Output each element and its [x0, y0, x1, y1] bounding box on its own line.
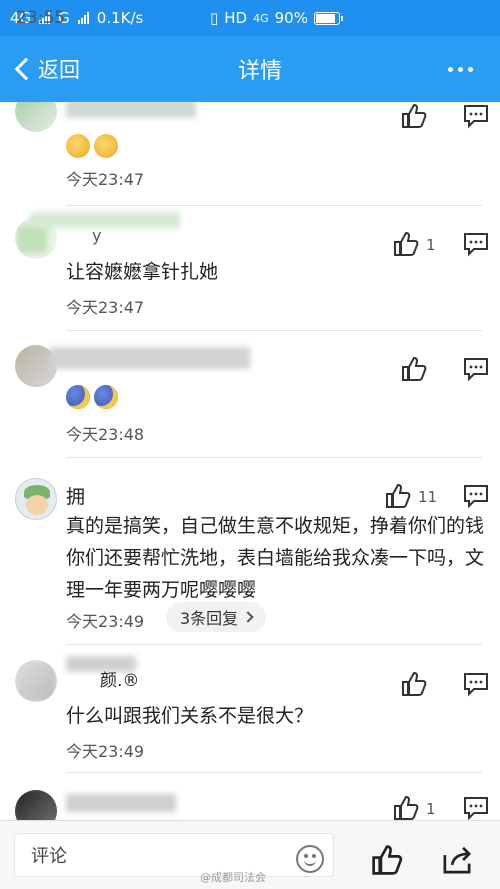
- blurred-name: [66, 794, 176, 812]
- divider: [66, 644, 482, 645]
- view-replies-button[interactable]: 3条回复: [166, 602, 267, 632]
- thumbs-up-icon[interactable]: [370, 843, 404, 877]
- clock: 23:55: [16, 8, 65, 28]
- more-icon: [447, 66, 453, 72]
- battery-percent: 90%: [274, 9, 308, 27]
- reply-icon[interactable]: [462, 670, 490, 698]
- avatar[interactable]: [15, 102, 57, 132]
- clap-emoji: [66, 134, 90, 158]
- battery-icon: [313, 11, 343, 25]
- comment-author: 颜.®: [100, 671, 140, 691]
- nav-bar: 返回 详情: [0, 36, 500, 102]
- watermark: @成都司法会: [200, 871, 266, 884]
- blurred-name: [50, 347, 250, 369]
- signal-icon: [77, 12, 89, 24]
- page-title: 详情: [237, 59, 282, 84]
- more-button[interactable]: [420, 66, 500, 72]
- status-bar: 4G G 0.1K/s 23:55 ▯ HD 4G 90%: [0, 0, 500, 36]
- reply-icon[interactable]: [462, 482, 490, 510]
- share-icon[interactable]: [440, 843, 474, 877]
- thumbs-up-icon[interactable]: [400, 102, 428, 130]
- chevron-right-icon: [242, 611, 254, 623]
- status-right: ▯ HD 4G 90%: [210, 9, 343, 27]
- comment-input[interactable]: 评论: [14, 833, 334, 877]
- back-chevron-icon: [14, 57, 38, 81]
- reply-icon[interactable]: [462, 355, 490, 383]
- moon-emoji: [94, 385, 118, 409]
- comment-time: 今天23:48: [66, 425, 145, 444]
- divider: [66, 772, 482, 773]
- avatar[interactable]: [15, 660, 57, 702]
- comment-text: [66, 385, 122, 409]
- reply-count: 3条回复: [180, 609, 239, 628]
- comment-item: y 让容嬷嬷拿针扎她 今天23:47 1: [0, 212, 500, 332]
- comment-author: y: [92, 226, 102, 245]
- comment-text: [66, 134, 122, 158]
- comment-text: 什么叫跟我们关系不是很大？: [66, 705, 314, 727]
- thumbs-up-icon[interactable]: [400, 355, 428, 383]
- network-type-3: 4G: [253, 11, 269, 25]
- more-icon-dot: [457, 66, 463, 72]
- reply-icon[interactable]: [462, 794, 490, 820]
- reply-icon[interactable]: [462, 102, 490, 130]
- divider: [66, 457, 482, 458]
- comment-time: 今天23:47: [66, 298, 145, 317]
- avatar[interactable]: [15, 790, 57, 820]
- bottom-bar: 评论 @成都司法会: [0, 820, 500, 889]
- thumbs-up-icon[interactable]: [384, 482, 412, 510]
- reply-icon[interactable]: [462, 230, 490, 258]
- comment-text: 让容嬷嬷拿针扎她: [66, 261, 219, 283]
- comment-text: 真的是搞笑，自己做生意不收规矩，挣着你们的钱你们还要帮忙洗地，表白墙能给我众凑一…: [66, 515, 485, 601]
- like-count: 1: [426, 800, 436, 818]
- divider: [66, 330, 482, 331]
- thumbs-up-icon[interactable]: [392, 230, 420, 258]
- clap-emoji: [94, 134, 118, 158]
- divider: [66, 205, 482, 206]
- blurred-name: [66, 102, 196, 118]
- comment-time: 今天23:49: [66, 742, 145, 761]
- back-label: 返回: [38, 58, 80, 82]
- comment-placeholder: 评论: [31, 846, 67, 867]
- moon-emoji: [66, 385, 90, 409]
- thumbs-up-icon[interactable]: [392, 794, 420, 820]
- comment-time: 今天23:47: [66, 170, 145, 189]
- vibrate-icon: ▯: [210, 9, 219, 27]
- comment-item: 颜.® 什么叫跟我们关系不是很大？ 今天23:49: [0, 650, 500, 772]
- comment-item: 1: [0, 778, 500, 820]
- blurred-name: [30, 212, 180, 228]
- avatar[interactable]: [15, 478, 57, 520]
- emoji-icon[interactable]: [296, 845, 324, 873]
- thumbs-up-icon[interactable]: [400, 670, 428, 698]
- comment-item: 今天23:48: [0, 337, 500, 457]
- comment-item: 今天23:47: [0, 102, 500, 197]
- like-count: 1: [426, 236, 436, 254]
- comment-time: 今天23:49: [66, 612, 145, 631]
- like-count: 11: [418, 488, 438, 506]
- hd-label: HD: [224, 9, 248, 27]
- comment-list[interactable]: 今天23:47 y 让容嬷嬷拿针扎她 今天23:47 1 今天23:48 拥 真…: [0, 102, 500, 820]
- more-icon-dot: [467, 66, 473, 72]
- comment-item: 拥 真的是搞笑，自己做生意不收规矩，挣着你们的钱你们还要帮忙洗地，表白墙能给我众…: [0, 464, 500, 644]
- comment-author: 拥: [66, 486, 86, 508]
- network-speed: 0.1K/s: [96, 9, 144, 27]
